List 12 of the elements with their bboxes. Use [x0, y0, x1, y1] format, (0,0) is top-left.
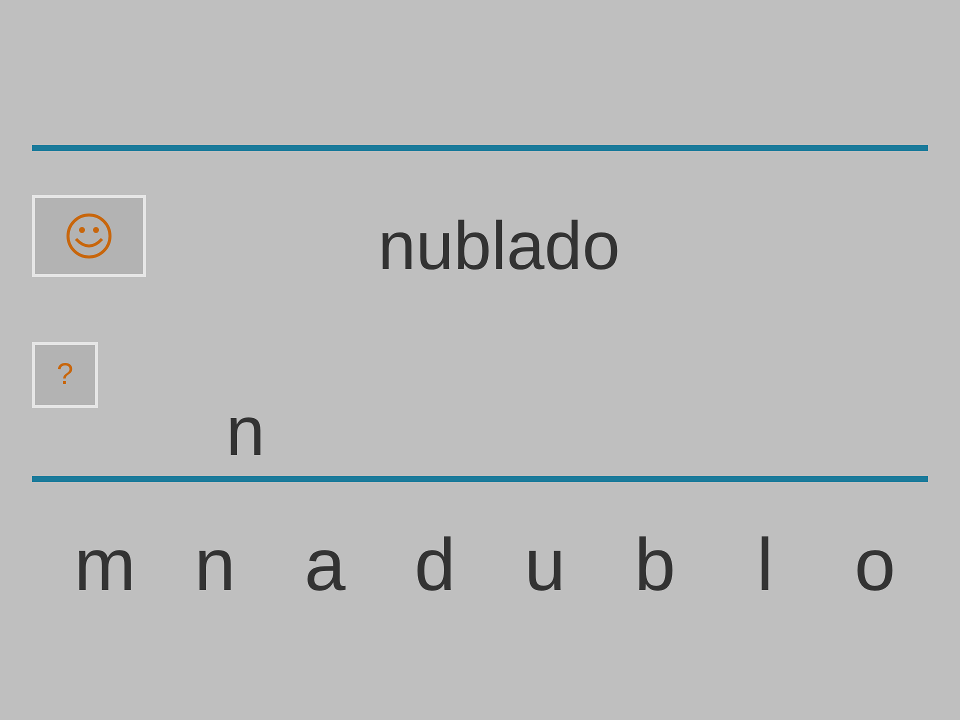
letter-tile[interactable]: o — [820, 528, 930, 602]
letter-tile[interactable]: b — [600, 528, 710, 602]
letter-tile[interactable]: a — [270, 528, 380, 602]
check-button[interactable] — [32, 195, 146, 277]
letter-tile[interactable]: d — [380, 528, 490, 602]
target-word: nublado — [378, 212, 620, 280]
answer-text: n — [226, 396, 265, 466]
letter-tile[interactable]: m — [50, 528, 160, 602]
smiley-icon — [66, 213, 112, 259]
letter-tile[interactable]: n — [160, 528, 270, 602]
letter-tile[interactable]: l — [710, 528, 820, 602]
letter-tile[interactable]: u — [490, 528, 600, 602]
